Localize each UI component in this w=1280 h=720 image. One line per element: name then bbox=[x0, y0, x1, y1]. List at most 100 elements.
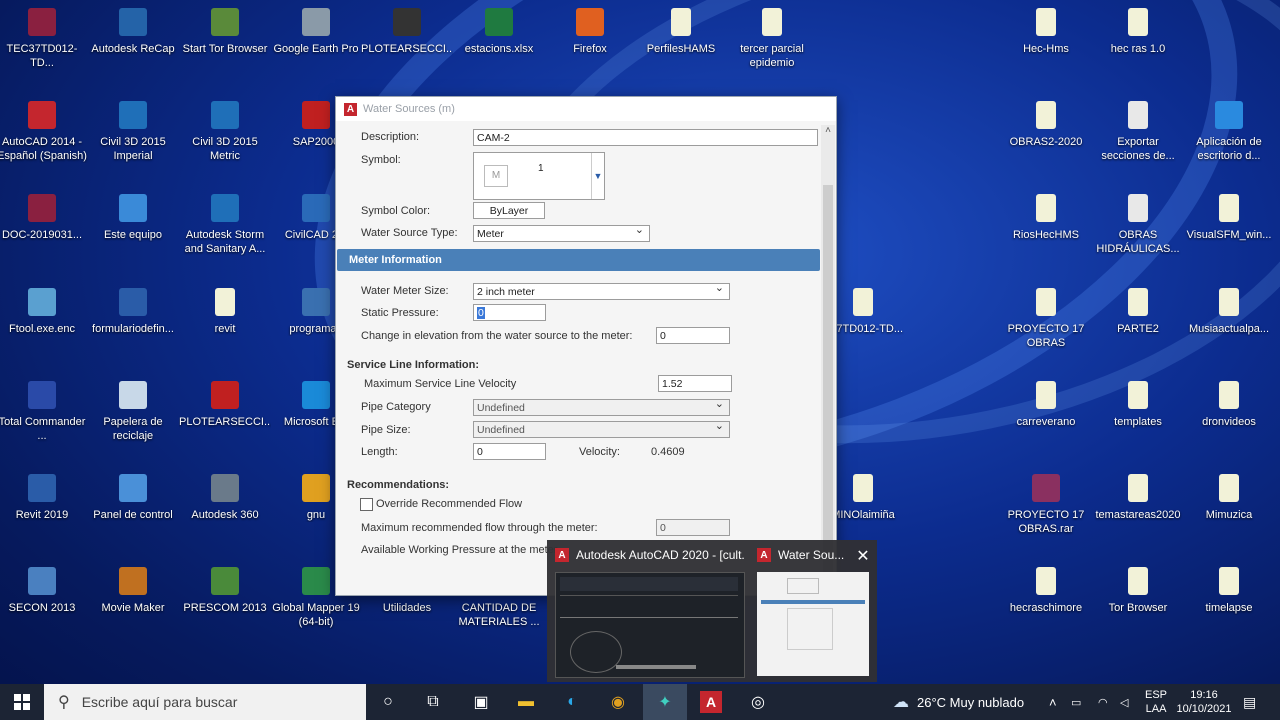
override-flow-label: Override Recommended Flow bbox=[376, 498, 523, 510]
length-input[interactable]: 0 bbox=[473, 443, 546, 460]
desktop-icon[interactable]: formulariodefin... bbox=[87, 284, 179, 370]
desktop-icon[interactable]: Papelera de reciclaje bbox=[87, 377, 179, 463]
desktop-icon[interactable]: Firefox bbox=[544, 4, 636, 90]
edge-icon[interactable]: ◐ bbox=[550, 684, 594, 720]
desktop-icon[interactable]: hec ras 1.0 bbox=[1092, 4, 1184, 90]
desktop-icon[interactable]: templates bbox=[1092, 377, 1184, 463]
desktop-icon[interactable]: Total Commander ... bbox=[0, 377, 88, 463]
desktop-icon[interactable]: carreverano bbox=[1000, 377, 1092, 463]
desktop-icon[interactable]: Musiaactualpa... bbox=[1183, 284, 1275, 370]
desktop-icon[interactable]: RiosHecHMS bbox=[1000, 190, 1092, 276]
notification-icon[interactable]: ▤ bbox=[1243, 684, 1256, 720]
desktop-icon[interactable]: Mimuzica bbox=[1183, 470, 1275, 556]
desktop-icon-label: SECON 2013 bbox=[8, 602, 76, 614]
desktop-icon[interactable]: estacions.xlsx bbox=[453, 4, 545, 90]
chevron-down-icon[interactable]: ▼ bbox=[591, 153, 604, 199]
desktop-icon[interactable]: PRESCOM 2013 bbox=[179, 563, 271, 649]
desktop-icon[interactable]: Autodesk ReCap bbox=[87, 4, 179, 90]
desktop-icon[interactable]: Aplicación de escritorio d... bbox=[1183, 97, 1275, 183]
autocad-thumbnail[interactable] bbox=[555, 572, 745, 678]
description-input[interactable]: CAM-2 bbox=[473, 129, 818, 146]
desktop-icon[interactable]: Movie Maker bbox=[87, 563, 179, 649]
printer-icon bbox=[393, 8, 421, 36]
desktop-icon[interactable]: PROYECTO 17 OBRAS bbox=[1000, 284, 1092, 370]
autocad-icon bbox=[28, 101, 56, 129]
desktop-icon[interactable]: tercer parcial epidemio bbox=[726, 4, 818, 90]
sap-icon bbox=[302, 101, 330, 129]
revit-icon bbox=[28, 474, 56, 502]
desktop-icon[interactable]: Ftool.exe.enc bbox=[0, 284, 88, 370]
close-icon[interactable]: ✕ bbox=[855, 546, 871, 566]
desktop-icon[interactable]: AutoCAD 2014 - Español (Spanish) bbox=[0, 97, 88, 183]
desktop-icon[interactable]: OBRAS HIDRÁULICAS... bbox=[1092, 190, 1184, 276]
max-flow-input[interactable]: 0 bbox=[656, 519, 730, 536]
camera-icon[interactable]: ◎ bbox=[736, 684, 780, 720]
desktop-icon[interactable]: Autodesk Storm and Sanitary A... bbox=[179, 190, 271, 276]
scroll-up-arrow-icon[interactable]: ˄ bbox=[821, 125, 835, 139]
tray-chevron-icon[interactable]: ˄ bbox=[1049, 684, 1057, 720]
meter-size-select[interactable]: 2 inch meter bbox=[473, 280, 730, 300]
desktop-icon[interactable]: PLOTEARSECCI... bbox=[179, 377, 271, 463]
cortana-icon[interactable]: ○ bbox=[366, 684, 410, 720]
desktop-icon-label: TEC37TD012-TD... bbox=[6, 43, 78, 69]
static-pressure-input[interactable]: 0 bbox=[473, 304, 546, 321]
symbol-color-button[interactable]: ByLayer bbox=[473, 202, 545, 219]
pipe-size-select[interactable]: Undefined bbox=[473, 418, 730, 438]
weather-widget[interactable]: ☁ 26°C Muy nublado bbox=[893, 684, 1024, 720]
desktop-icon[interactable]: SECON 2013 bbox=[0, 563, 88, 649]
desktop-icon[interactable]: temastareas2020 bbox=[1092, 470, 1184, 556]
chrome-icon[interactable]: ◉ bbox=[596, 684, 640, 720]
desktop-icon[interactable]: DOC-2019031... bbox=[0, 190, 88, 276]
wifi-icon[interactable]: ◠ bbox=[1098, 684, 1108, 720]
clock[interactable]: 19:16 10/10/2021 bbox=[1176, 684, 1232, 720]
desktop-icon[interactable]: Tor Browser bbox=[1092, 563, 1184, 649]
desktop-icon[interactable]: TEC37TD012-TD... bbox=[0, 4, 88, 90]
search-box[interactable]: ⚲ Escribe aquí para buscar bbox=[44, 684, 366, 720]
water-sources-thumbnail[interactable] bbox=[757, 572, 869, 676]
dialog-scrollbar[interactable]: ˄ bbox=[821, 125, 835, 593]
autocad-taskbar-icon[interactable]: A bbox=[689, 684, 733, 720]
desktop-icon[interactable]: Civil 3D 2015 Metric bbox=[179, 97, 271, 183]
desktop-icon[interactable]: Este equipo bbox=[87, 190, 179, 276]
desktop-icon[interactable]: Hec-Hms bbox=[1000, 4, 1092, 90]
desktop-icon[interactable]: Google Earth Pro bbox=[270, 4, 362, 90]
symbol-selector[interactable]: M 1 ▼ bbox=[473, 152, 605, 200]
desktop-icon[interactable]: Start Tor Browser bbox=[179, 4, 271, 90]
source-type-select[interactable]: Meter bbox=[473, 222, 650, 242]
max-velocity-input[interactable]: 1.52 bbox=[658, 375, 732, 392]
desktop-icon[interactable]: hecraschimore bbox=[1000, 563, 1092, 649]
desktop-icon[interactable]: PARTE2 bbox=[1092, 284, 1184, 370]
scrollbar-thumb[interactable] bbox=[823, 185, 833, 585]
desktop-icon[interactable]: Civil 3D 2015 Imperial bbox=[87, 97, 179, 183]
windows-start-icon[interactable] bbox=[0, 684, 44, 720]
meter-info-header[interactable]: Meter Information bbox=[337, 249, 820, 271]
desktop-icon[interactable]: Exportar secciones de... bbox=[1092, 97, 1184, 183]
pipe-category-select[interactable]: Undefined bbox=[473, 396, 730, 416]
language-indicator[interactable]: ESP LAA bbox=[1145, 684, 1167, 720]
desktop-icon[interactable]: PROYECTO 17 OBRAS.rar bbox=[1000, 470, 1092, 556]
file-icon bbox=[671, 8, 691, 36]
desktop-icon[interactable]: OBRAS2-2020 bbox=[1000, 97, 1092, 183]
elevation-change-input[interactable]: 0 bbox=[656, 327, 730, 344]
app-icon[interactable]: ✦ bbox=[643, 684, 687, 720]
network-icon[interactable]: ▭ bbox=[1071, 684, 1081, 720]
file-explorer-icon[interactable]: ▬ bbox=[504, 684, 548, 720]
desktop-icon[interactable]: Revit 2019 bbox=[0, 470, 88, 556]
override-flow-checkbox[interactable] bbox=[360, 498, 373, 511]
desktop-icon[interactable]: Panel de control bbox=[87, 470, 179, 556]
desktop-icon[interactable]: revit bbox=[179, 284, 271, 370]
desktop-icon[interactable]: Autodesk 360 bbox=[179, 470, 271, 556]
volume-icon[interactable]: ◁ bbox=[1120, 684, 1128, 720]
desktop-icon[interactable]: PerfilesHAMS bbox=[635, 4, 727, 90]
task-view-icon[interactable]: ⧉ bbox=[411, 684, 455, 720]
desktop-icon[interactable]: dronvideos bbox=[1183, 377, 1275, 463]
desktop-icon[interactable]: PLOTEARSECCI... bbox=[361, 4, 453, 90]
desktop-icon[interactable]: VisualSFM_win... bbox=[1183, 190, 1275, 276]
preview-water-title[interactable]: A Water Sou... bbox=[757, 546, 847, 564]
storm-icon bbox=[211, 194, 239, 222]
desktop-icon[interactable]: timelapse bbox=[1183, 563, 1275, 649]
preview-autocad-title[interactable]: A Autodesk AutoCAD 2020 - [cult... bbox=[555, 546, 745, 564]
dialog-title-bar[interactable]: A Water Sources (m) bbox=[336, 97, 836, 121]
desktop-icon-label: PARTE2 bbox=[1117, 323, 1159, 335]
store-icon[interactable]: ▣ bbox=[459, 684, 503, 720]
